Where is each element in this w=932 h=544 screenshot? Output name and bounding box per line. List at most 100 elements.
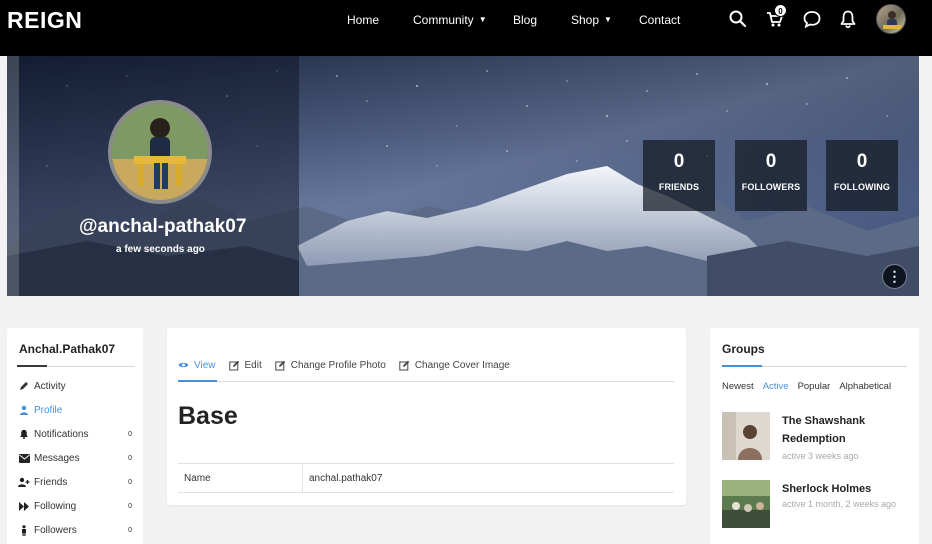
sidebar-divider-accent [17,365,47,367]
sidebar-item-notifications[interactable]: Notifications 0 [18,426,132,442]
sidebar-title: Anchal.Pathak07 [19,342,116,356]
field-divider [302,464,303,492]
section-title: Base [178,402,238,430]
edit-icon [275,360,285,370]
tab-view-label: View [194,359,216,371]
sidebar-item-count: 0 [128,478,132,486]
avatar-photo [112,104,208,200]
groups-filter-bar: Newest Active Popular Alphabetical [722,381,900,392]
group-name[interactable]: The Shawshank Redemption [782,412,902,448]
top-navigation-bar: REIGN Home Community ▼ Blog Shop ▼ Contact… [0,0,932,56]
sidebar-item-label: Notifications [34,428,89,440]
bell-icon [18,428,30,440]
cart-count-badge: 0 [774,4,787,17]
tab-edit[interactable]: Edit [228,358,262,372]
sidebar-item-label: Messages [34,452,80,464]
sidebar-item-followers[interactable]: Followers 0 [18,522,132,538]
group-meta: active 1 month, 2 weeks ago [782,499,897,509]
stat-followers-label: FOLLOWERS [741,182,801,192]
site-logo[interactable]: REIGN [7,7,82,34]
nav-home-label: Home [347,13,380,27]
groups-widget: Groups Newest Active Popular Alphabetica… [710,328,919,544]
cover-edge-strip [7,56,19,296]
sidebar-item-label: Activity [34,380,66,392]
tab-change-cover-image[interactable]: Change Cover Image [399,358,510,372]
stat-friends-value: 0 [673,151,685,172]
stat-following-label: FOLLOWING [834,182,890,192]
nav-community-label: Community [413,13,474,27]
sidebar-item-messages[interactable]: Messages 0 [18,450,132,466]
profile-cover: @anchal-pathak07 a few seconds ago 0 FRI… [7,56,919,296]
user-icon [18,404,30,416]
stat-following-value: 0 [856,151,868,172]
nav-home[interactable]: Home [347,0,379,40]
search-icon[interactable] [728,9,748,29]
tab-change-profile-photo-label: Change Profile Photo [290,359,386,371]
edit-icon [228,360,239,370]
tab-change-profile-photo[interactable]: Change Profile Photo [275,358,386,372]
stat-friends-label: FRIENDS [658,182,700,192]
profile-main-card: View Edit Change Profile Photo Change Co… [167,328,686,505]
chevron-down-icon: ▼ [604,14,612,24]
nav-contact-label: Contact [639,13,681,27]
profile-sidebar: Anchal.Pathak07 Activity Profile Notific… [7,328,143,544]
more-options-icon[interactable]: ⋮ [882,264,907,289]
eye-icon [178,362,189,368]
filter-popular[interactable]: Popular [798,381,831,392]
profile-field-row: Name anchal.pathak07 [178,463,674,493]
nav-contact[interactable]: Contact [639,0,680,40]
field-label: Name [184,473,211,484]
sidebar-item-following[interactable]: Following 0 [18,498,132,514]
tab-change-cover-image-label: Change Cover Image [414,359,510,371]
chat-icon[interactable] [802,9,822,29]
group-thumbnail [722,480,770,528]
filter-active[interactable]: Active [763,381,789,392]
nav-community[interactable]: Community ▼ [413,0,487,40]
user-plus-icon [18,476,30,488]
person-icon [18,524,30,536]
tab-edit-label: Edit [244,359,262,371]
edit-icon [399,360,410,370]
nav-blog-label: Blog [513,13,538,27]
nav-shop-label: Shop [571,13,600,27]
tab-view[interactable]: View [178,358,216,372]
last-active-text: a few seconds ago [116,244,205,255]
sidebar-item-label: Friends [34,476,68,488]
profile-tabs: View Edit Change Profile Photo Change Co… [178,358,523,372]
group-item[interactable]: The Shawshank Redemption active 3 weeks … [722,412,907,462]
group-meta: active 3 weeks ago [782,451,859,461]
bell-icon[interactable] [838,9,858,29]
group-item[interactable]: Sherlock Holmes active 1 month, 2 weeks … [722,480,907,530]
profile-avatar[interactable] [108,100,212,204]
filter-alphabetical[interactable]: Alphabetical [839,381,891,392]
chevron-down-icon: ▼ [478,14,487,24]
pencil-icon [18,380,30,392]
filter-newest[interactable]: Newest [722,381,754,392]
stat-friends[interactable]: 0 FRIENDS [643,140,715,211]
forward-icon [18,500,30,512]
sidebar-item-count: 0 [128,454,132,462]
groups-divider-accent [722,365,762,367]
sidebar-item-label: Followers [34,524,77,536]
nav-blog[interactable]: Blog [513,0,537,40]
sidebar-item-profile[interactable]: Profile [18,402,132,418]
stat-following[interactable]: 0 FOLLOWING [826,140,898,211]
sidebar-item-label: Following [34,500,77,512]
sidebar-item-friends[interactable]: Friends 0 [18,474,132,490]
tabs-divider [178,381,674,382]
user-avatar[interactable] [876,4,906,34]
stat-followers-value: 0 [765,151,777,172]
sidebar-item-count: 0 [128,526,132,534]
sidebar-item-label: Profile [34,404,63,416]
avatar-photo [883,11,901,29]
groups-title: Groups [722,342,765,356]
sidebar-item-count: 0 [128,502,132,510]
profile-handle: @anchal-pathak07 [79,216,247,237]
active-tab-indicator [178,380,217,382]
envelope-icon [18,452,30,464]
nav-shop[interactable]: Shop ▼ [571,0,612,40]
group-thumbnail [722,412,770,460]
stat-followers[interactable]: 0 FOLLOWERS [735,140,807,211]
sidebar-item-activity[interactable]: Activity [18,378,132,394]
sidebar-item-count: 0 [128,430,132,438]
